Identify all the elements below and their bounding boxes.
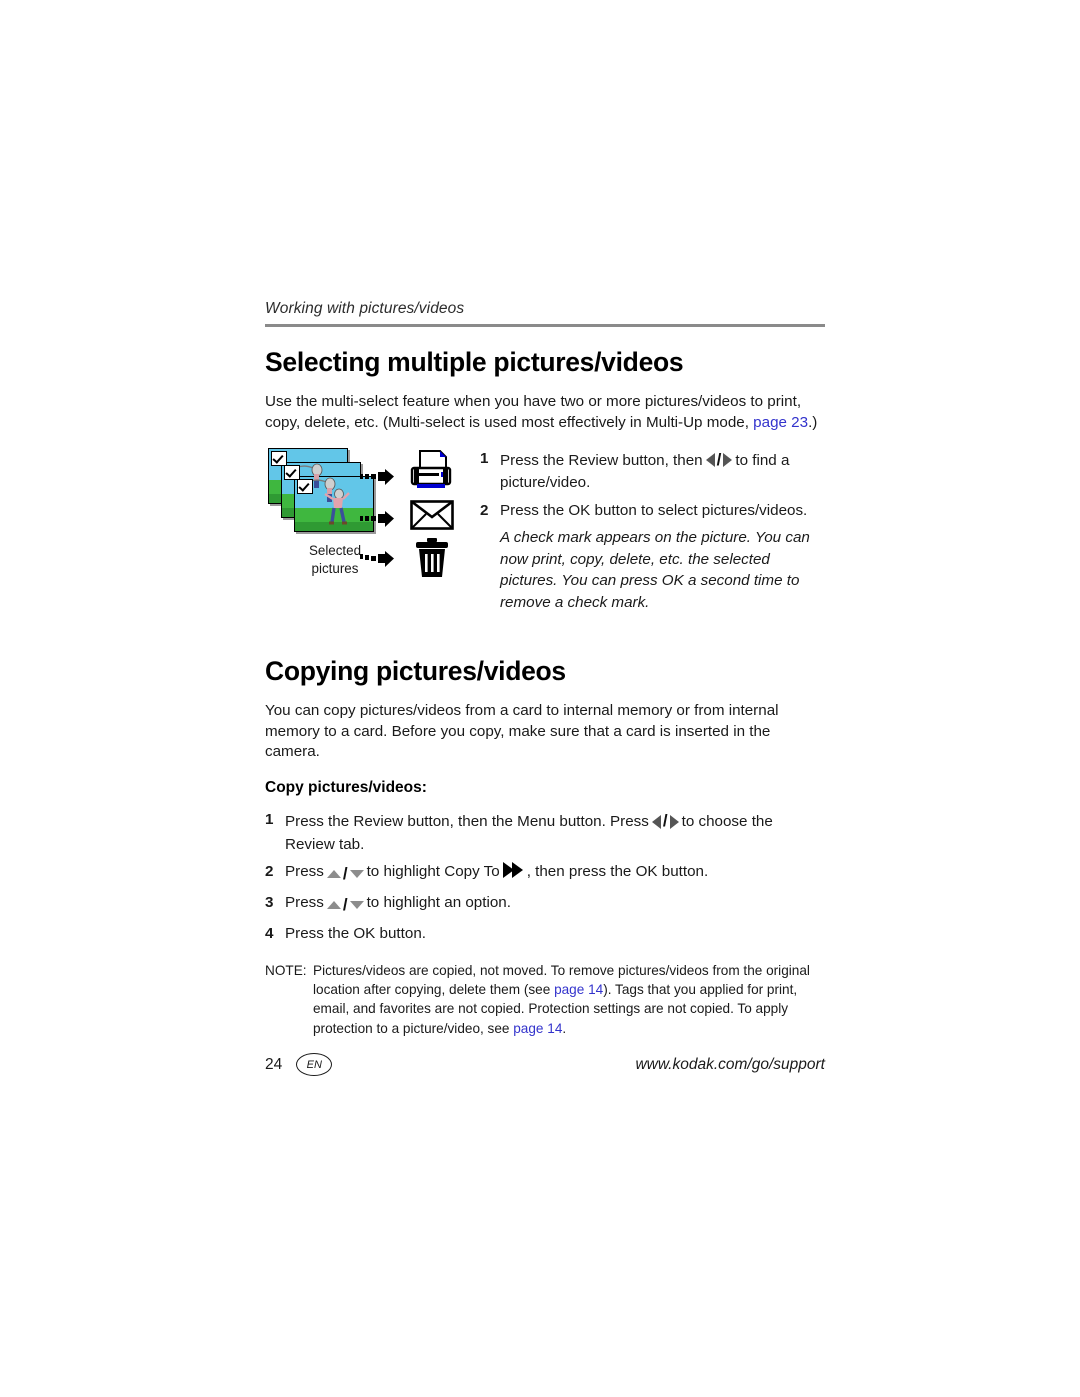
copy-step-2: 2 Press / to highlight Copy To , then press… (265, 861, 825, 886)
note-page-14-link-1[interactable]: page 14 (554, 982, 603, 997)
step-text-before: Press the Review button, then (500, 452, 703, 469)
select-italic-note: A check mark appears on the picture. You… (500, 529, 810, 611)
left-arrow-icon (705, 453, 715, 467)
note-label: NOTE: (265, 962, 307, 978)
page-footer: 24 EN www.kodak.com/go/support (265, 1053, 825, 1076)
step-text: Press the Review button, then / to find a … (500, 448, 825, 494)
running-header: Working with pictures/videos (265, 300, 465, 317)
right-arrow-icon (669, 814, 679, 829)
up-arrow-icon (326, 870, 341, 879)
slash-separator: / (716, 449, 722, 469)
envelope-icon (410, 500, 454, 530)
page-23-link[interactable]: page 23 (753, 414, 808, 431)
step-text: Press / to highlight an option. (285, 892, 825, 917)
selected-pictures-figure: Selected pictures (268, 448, 468, 588)
page-number: 24 (265, 1055, 283, 1073)
note-text-3: . (562, 1020, 567, 1036)
copy-step-3: 3 Press / to highlight an option. (265, 892, 825, 917)
up-down-arrow-glyph: / (326, 862, 364, 886)
copying-section-title: Copying pictures/videos (265, 655, 566, 686)
step-text-after: , then press the OK button. (526, 863, 709, 881)
copy-step-4: 4 Press the OK button. (265, 923, 825, 945)
copy-steps-list: 1 Press the Review button, then the Menu… (265, 809, 825, 944)
note-text: Pictures/videos are copied, not moved. T… (313, 961, 825, 1038)
select-step-1: 1 Press the Review button, then / to find … (480, 448, 825, 494)
language-badge: EN (296, 1053, 333, 1076)
fast-forward-triangle-2 (511, 862, 523, 879)
left-arrow-icon (651, 814, 661, 829)
up-arrow-icon (326, 901, 341, 910)
step-text-before: Press the Review button, then the Menu b… (285, 813, 649, 831)
page-content: Working with pictures/videos Selecting m… (265, 300, 825, 1038)
step-number: 1 (265, 811, 274, 829)
step-text-before: Press (285, 894, 324, 912)
motion-arrow-to-trash (360, 551, 394, 567)
copy-subheading: Copy pictures/videos: (265, 779, 427, 797)
header-divider (265, 324, 825, 327)
page-title: Selecting multiple pictures/videos (265, 347, 684, 377)
trash-icon (416, 538, 448, 577)
support-url: www.kodak.com/go/support (635, 1055, 825, 1073)
figure-caption-line-2: pictures (311, 561, 359, 577)
thumbnail-stack (268, 448, 380, 538)
note-block: NOTE: Pictures/videos are copied, not mo… (265, 961, 825, 1038)
step-text: Press the OK button to select pictures/v… (500, 501, 808, 519)
up-down-arrow-glyph: / (326, 893, 364, 917)
step-number: 2 (265, 863, 274, 881)
select-step-italic-note-wrap: A check mark appears on the picture. You… (480, 527, 825, 613)
checkmark-icon (297, 479, 313, 494)
figure-caption-line-1: Selected (308, 543, 362, 558)
step-number: 1 (480, 449, 489, 467)
select-intro-text-2: .) (808, 413, 818, 431)
step-text: Press the Review button, then the Menu b… (285, 809, 825, 855)
select-intro-paragraph: Use the multi-select feature when you ha… (265, 392, 825, 434)
step-number: 4 (265, 925, 274, 943)
copying-intro-paragraph: You can copy pictures/videos from a card… (265, 701, 779, 761)
slash-separator: / (342, 864, 348, 884)
copy-to-double-arrow-icon (502, 862, 523, 879)
printer-icon (410, 450, 452, 488)
step-text: Press the OK button. (285, 925, 426, 943)
left-right-arrow-glyph: / (705, 448, 733, 472)
note-page-14-link-2[interactable]: page 14 (513, 1021, 562, 1036)
step-number: 3 (265, 894, 274, 912)
step-text: Press / to highlight Copy To , then press t… (285, 861, 825, 886)
checkmark-icon (271, 451, 287, 466)
step-text-mid: to highlight Copy To (366, 863, 500, 881)
slash-separator: / (342, 895, 348, 915)
down-arrow-icon (349, 901, 364, 910)
destination-icons (408, 450, 468, 580)
slash-separator: / (662, 811, 668, 831)
selected-picture-thumbnail-3 (294, 476, 374, 532)
step-number: 2 (480, 501, 489, 519)
right-arrow-icon (723, 453, 733, 467)
select-step-2: 2 Press the OK button to select pictures… (480, 500, 825, 522)
select-intro-text-1: Use the multi-select feature when you ha… (265, 393, 802, 431)
step-text-before: Press (285, 863, 324, 881)
step-text-after: to highlight an option. (366, 894, 511, 912)
copy-step-1: 1 Press the Review button, then the Menu… (265, 809, 825, 855)
down-arrow-icon (349, 870, 364, 879)
select-steps-list: 1 Press the Review button, then / to find … (480, 448, 825, 614)
manual-page: Working with pictures/videos Selecting m… (0, 0, 1080, 1397)
left-right-arrow-glyph: / (651, 809, 679, 833)
checkmark-icon (284, 465, 300, 480)
